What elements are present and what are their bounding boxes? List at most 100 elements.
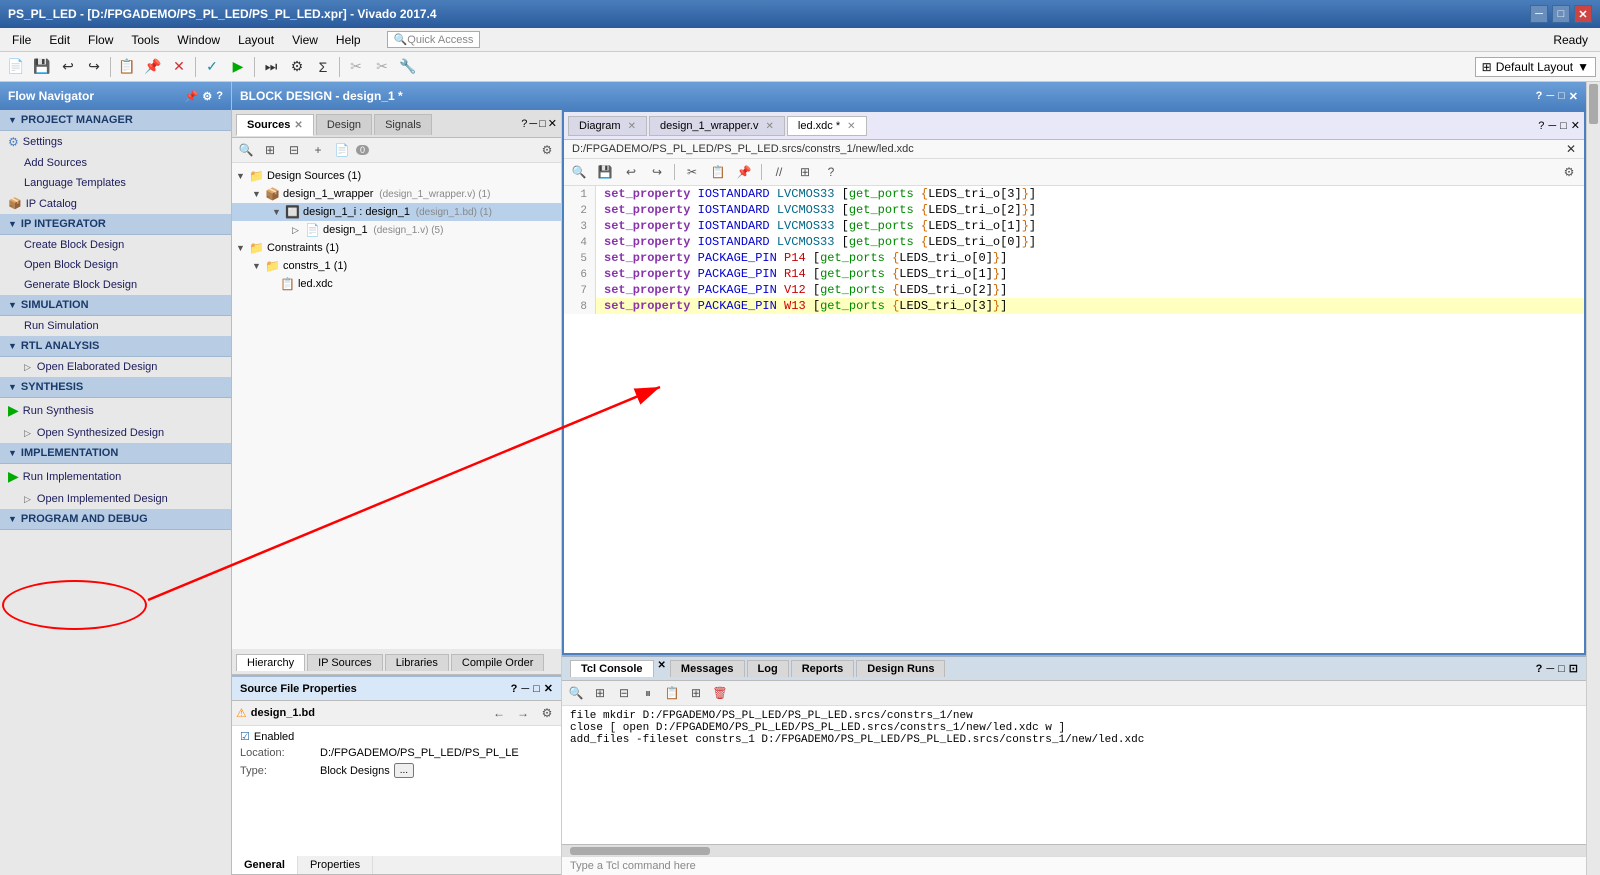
tcl-content[interactable]: file mkdir D:/FPGADEMO/PS_PL_LED/PS_PL_L… [562, 706, 1586, 844]
run-button[interactable]: ▶ [226, 55, 250, 79]
nav-item-open-elaborated[interactable]: ▷ Open Elaborated Design [0, 357, 231, 377]
props-forward-button[interactable]: → [513, 703, 533, 723]
menu-help[interactable]: Help [328, 31, 369, 49]
undo-button[interactable]: ↩ [56, 55, 80, 79]
tcl-float-icon[interactable]: ⊡ [1569, 662, 1578, 675]
props-help-icon[interactable]: ? [511, 683, 518, 695]
tcl-tab-log[interactable]: Log [747, 660, 789, 677]
menu-file[interactable]: File [4, 31, 39, 49]
debug-button[interactable]: 🔧 [396, 55, 420, 79]
props-max-icon[interactable]: □ [533, 683, 540, 695]
flow-nav-scroll[interactable]: ▼ PROJECT MANAGER ⚙ Settings Add Sources… [0, 110, 231, 875]
sources-help-icon[interactable]: ? [521, 118, 527, 130]
nav-item-ip-catalog[interactable]: 📦 IP Catalog [0, 193, 231, 214]
tcl-tab-console[interactable]: Tcl Console [570, 660, 654, 677]
tcl-delete-btn[interactable]: 🗑 [710, 683, 730, 703]
tcl-tab-messages[interactable]: Messages [670, 660, 745, 677]
nav-item-open-synthesized[interactable]: ▷ Open Synthesized Design [0, 423, 231, 443]
type-browse-button[interactable]: ... [394, 763, 414, 778]
tab-design[interactable]: Design [316, 114, 372, 135]
paste-button[interactable]: 📌 [141, 55, 165, 79]
menu-layout[interactable]: Layout [230, 31, 282, 49]
nav-item-settings[interactable]: ⚙ Settings [0, 131, 231, 153]
section-rtl-analysis[interactable]: ▼ RTL ANALYSIS [0, 336, 231, 357]
search-sources-button[interactable]: 🔍 [236, 140, 256, 160]
props-min-icon[interactable]: ─ [521, 683, 529, 695]
code-search-button[interactable]: 🔍 [568, 161, 590, 183]
code-min-icon[interactable]: ─ [1548, 120, 1556, 132]
code-table-btn[interactable]: ⊞ [794, 161, 816, 183]
sources-min-icon[interactable]: ─ [529, 118, 537, 130]
add-sources-button[interactable]: + [308, 140, 328, 160]
tcl-tab-reports[interactable]: Reports [791, 660, 855, 677]
diagram-tab-close[interactable]: ✕ [628, 121, 636, 132]
nav-settings-icon[interactable]: ⚙ [202, 90, 212, 103]
tab-signals[interactable]: Signals [374, 114, 432, 135]
tree-constrs-1[interactable]: ▼ 📁 constrs_1 (1) [232, 257, 561, 275]
nav-item-language-templates[interactable]: Language Templates [0, 173, 231, 193]
tcl-table-btn[interactable]: ⊞ [686, 683, 706, 703]
new-file-button[interactable]: 📄 [4, 55, 28, 79]
save-button[interactable]: 💾 [30, 55, 54, 79]
nav-item-generate-block-design[interactable]: Generate Block Design [0, 275, 231, 295]
tcl-collapse-btn[interactable]: ⊟ [614, 683, 634, 703]
nav-item-open-implemented[interactable]: ▷ Open Implemented Design [0, 489, 231, 509]
tcl-copy-btn[interactable]: 📋 [662, 683, 682, 703]
tab-libraries[interactable]: Libraries [385, 654, 449, 671]
menu-tools[interactable]: Tools [123, 31, 167, 49]
tree-settings-button[interactable]: ⚙ [537, 140, 557, 160]
tcl-input[interactable]: Type a Tcl command here [562, 856, 1586, 875]
nav-help-icon[interactable]: ? [216, 90, 223, 103]
tab-sources-close[interactable]: ✕ [294, 120, 302, 131]
nav-item-run-implementation[interactable]: ▶ Run Implementation [0, 464, 231, 489]
code-help-btn[interactable]: ? [820, 161, 842, 183]
code-cut-btn[interactable]: ✂ [681, 161, 703, 183]
tree-design-1[interactable]: ▷ 📄 design_1 (design_1.v) (5) [232, 221, 561, 239]
scissor2-button[interactable]: ✂ [370, 55, 394, 79]
section-project-manager[interactable]: ▼ PROJECT MANAGER [0, 110, 231, 131]
code-undo-btn[interactable]: ↩ [620, 161, 642, 183]
tree-design-wrapper[interactable]: ▼ 📦 design_1_wrapper (design_1_wrapper.v… [232, 185, 561, 203]
tcl-pause-btn[interactable]: ⏸ [638, 683, 658, 703]
bd-close-icon[interactable]: ✕ [1569, 90, 1578, 103]
props-tab-properties[interactable]: Properties [298, 856, 373, 874]
tcl-min-icon[interactable]: ─ [1546, 663, 1554, 675]
nav-item-run-synthesis[interactable]: ▶ Run Synthesis [0, 398, 231, 423]
tree-design-1-i[interactable]: ▼ 🔲 design_1_i : design_1 (design_1.bd) … [232, 203, 561, 221]
led-tab-close[interactable]: ✕ [847, 121, 855, 132]
nav-item-run-simulation[interactable]: Run Simulation [0, 316, 231, 336]
sources-close-icon[interactable]: ✕ [548, 117, 557, 130]
props-close-icon[interactable]: ✕ [544, 682, 553, 695]
section-synthesis[interactable]: ▼ SYNTHESIS [0, 377, 231, 398]
code-copy-btn[interactable]: 📋 [707, 161, 729, 183]
code-content[interactable]: 1 set_property IOSTANDARD LVCMOS33 [get_… [564, 186, 1584, 653]
copy-button[interactable]: 📋 [115, 55, 139, 79]
menu-flow[interactable]: Flow [80, 31, 121, 49]
sources-max-icon[interactable]: □ [539, 118, 546, 130]
section-implementation[interactable]: ▼ IMPLEMENTATION [0, 443, 231, 464]
view-button[interactable]: 📄 [332, 140, 352, 160]
code-max-icon[interactable]: □ [1560, 120, 1567, 132]
expand-all-button[interactable]: ⊞ [260, 140, 280, 160]
menu-window[interactable]: Window [169, 31, 228, 49]
props-back-button[interactable]: ← [489, 703, 509, 723]
code-tab-led-xdc[interactable]: led.xdc * ✕ [787, 116, 867, 136]
collapse-all-button[interactable]: ⊟ [284, 140, 304, 160]
code-comment-btn[interactable]: // [768, 161, 790, 183]
tab-sources[interactable]: Sources✕ [236, 114, 314, 136]
quick-access-input[interactable]: 🔍 Quick Access [387, 31, 481, 48]
tcl-console-close[interactable]: ✕ [658, 660, 666, 677]
nav-item-create-block-design[interactable]: Create Block Design [0, 235, 231, 255]
bd-minimize-icon[interactable]: ─ [1546, 90, 1554, 103]
section-program-debug[interactable]: ▼ PROGRAM AND DEBUG [0, 509, 231, 530]
tree-design-sources[interactable]: ▼ 📁 Design Sources (1) [232, 167, 561, 185]
code-tab-wrapper[interactable]: design_1_wrapper.v ✕ [649, 116, 785, 136]
bd-maximize-icon[interactable]: □ [1558, 90, 1565, 103]
tcl-tab-design-runs[interactable]: Design Runs [856, 660, 945, 677]
code-close-icon[interactable]: ✕ [1571, 119, 1580, 132]
sigma-button[interactable]: Σ [311, 55, 335, 79]
code-paste-btn[interactable]: 📌 [733, 161, 755, 183]
section-simulation[interactable]: ▼ SIMULATION [0, 295, 231, 316]
code-redo-btn[interactable]: ↪ [646, 161, 668, 183]
tcl-hscroll[interactable] [562, 844, 1586, 856]
